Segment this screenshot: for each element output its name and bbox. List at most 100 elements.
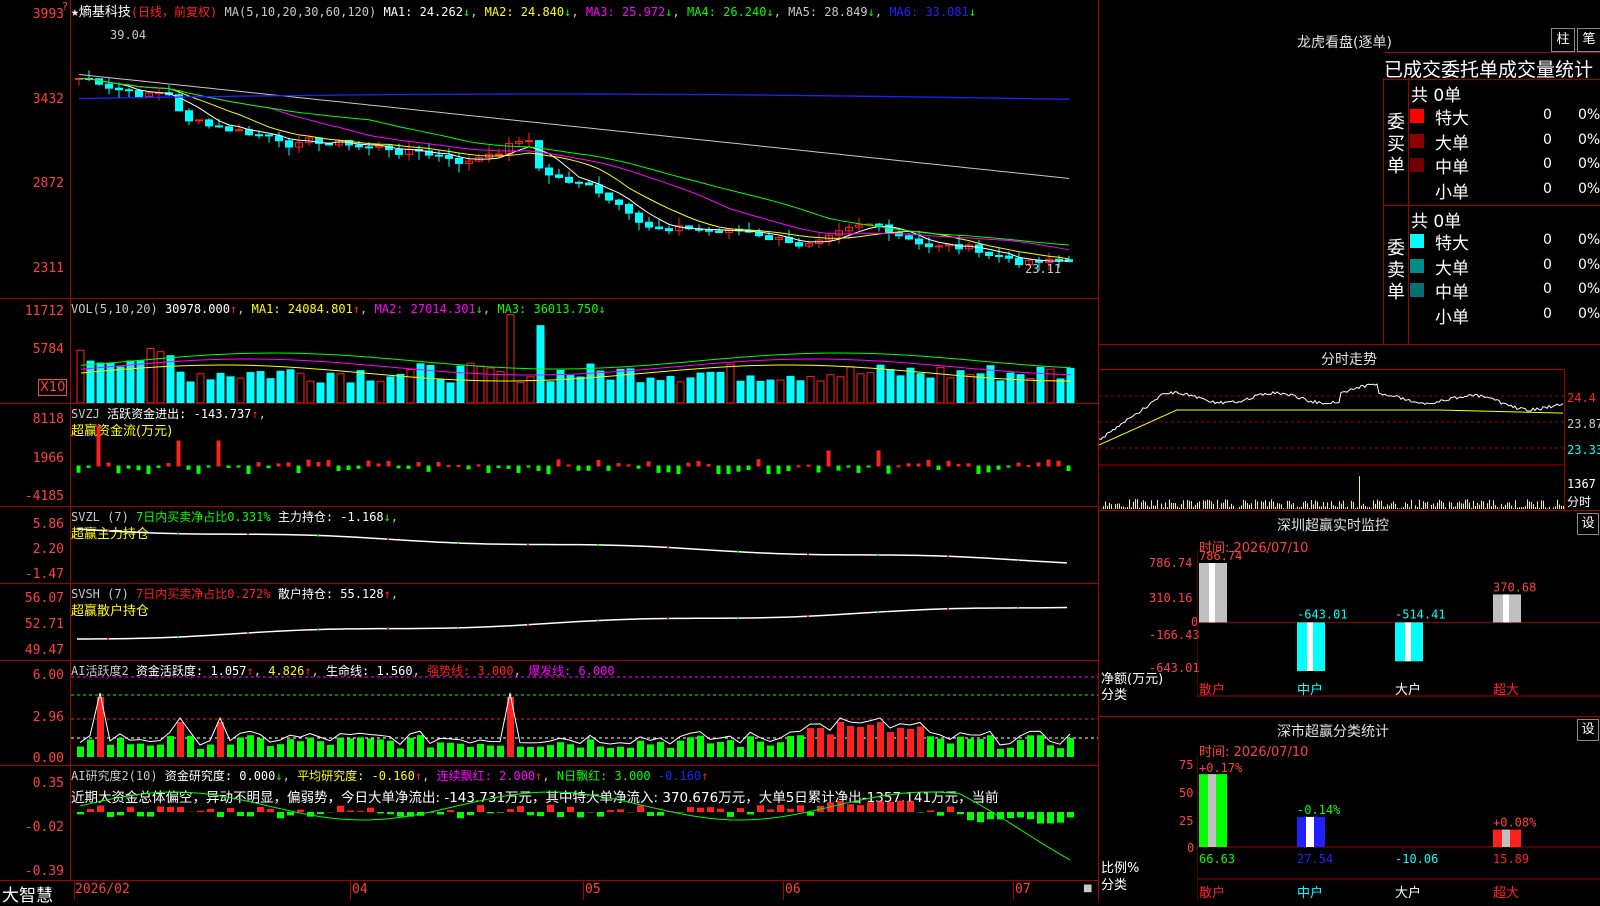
bar bbox=[1057, 461, 1060, 466]
bar bbox=[517, 747, 524, 757]
intraday-panel[interactable]: 分时走势 24.4 23.87 23.33 1367 分时 bbox=[1098, 345, 1600, 510]
bar bbox=[197, 749, 204, 757]
y-label: 50 bbox=[1179, 786, 1193, 800]
bar bbox=[177, 807, 184, 812]
intraday-y-label: 23.87 bbox=[1567, 417, 1600, 431]
intraday-y-label: 23.33 bbox=[1567, 443, 1600, 457]
intraday-vol-bar bbox=[1333, 505, 1334, 509]
intraday-vol-bar bbox=[1495, 505, 1496, 509]
bar bbox=[157, 806, 164, 812]
dot bbox=[387, 538, 389, 540]
bar bbox=[977, 812, 984, 822]
intraday-vol-bar bbox=[1157, 500, 1158, 509]
ai-research-panel[interactable]: 0.35 -0.02 -0.39 AI研究度2(10) 资金研究度: 0.000… bbox=[0, 765, 1098, 881]
bar bbox=[777, 380, 784, 403]
candle-body bbox=[286, 141, 293, 147]
bar bbox=[487, 812, 494, 813]
stats-bar-chart[interactable]: 66.63散户27.54中户-10.06大户15.89超大+0.17%-0.14… bbox=[1197, 755, 1600, 901]
bar bbox=[837, 466, 840, 470]
bar bbox=[957, 464, 960, 466]
bar bbox=[1007, 812, 1014, 818]
intraday-vol-label: 1367 bbox=[1567, 477, 1596, 491]
bar bbox=[147, 348, 154, 403]
intraday-vol-bar bbox=[1379, 501, 1380, 509]
y-label: 52.71 bbox=[25, 617, 64, 632]
bar bbox=[697, 462, 700, 466]
volume-panel[interactable]: 11712 5784 X10 VOL(5,10,20) 30978.000↑, … bbox=[0, 298, 1098, 404]
fund-flow-chart[interactable] bbox=[71, 404, 1098, 507]
settings-button[interactable]: 设 bbox=[1577, 513, 1599, 535]
bar bbox=[527, 747, 534, 757]
bar-view-button[interactable]: 柱 bbox=[1551, 28, 1575, 52]
svzl-panel[interactable]: 5.86 2.20 -1.47 SVZL (7) 7日内买卖净占比0.331% … bbox=[0, 506, 1098, 584]
bar bbox=[367, 381, 374, 403]
svzj-panel[interactable]: 8118 1966 -4185 SVZJ 活跃资金进出: -143.737↑, … bbox=[0, 403, 1098, 507]
intraday-vol-bar bbox=[1465, 500, 1466, 509]
bar bbox=[497, 812, 504, 813]
bar bbox=[1027, 466, 1030, 467]
bar bbox=[217, 373, 224, 403]
bar bbox=[337, 374, 344, 403]
intraday-vol-bar bbox=[1459, 502, 1460, 509]
intraday-vol-bar bbox=[1139, 508, 1140, 509]
dot bbox=[527, 543, 529, 545]
candle-body bbox=[1006, 256, 1013, 258]
bar bbox=[437, 812, 444, 815]
stats-panel[interactable]: 深市超赢分类统计 设 时间: 2026/07/10 75 50 25 0 比例%… bbox=[1098, 716, 1600, 901]
intraday-vol-bar bbox=[1467, 499, 1468, 509]
settings-button[interactable]: 设 bbox=[1577, 719, 1599, 741]
bar bbox=[567, 744, 574, 757]
intraday-y-label: 24.4 bbox=[1567, 391, 1596, 405]
bar bbox=[177, 372, 184, 403]
bar bbox=[617, 464, 620, 466]
volume-chart[interactable] bbox=[71, 299, 1098, 404]
bar bbox=[817, 381, 824, 403]
bar bbox=[937, 812, 944, 816]
bar bbox=[627, 465, 630, 466]
candle-body bbox=[616, 200, 623, 204]
bar bbox=[597, 747, 604, 757]
intraday-vol-bar bbox=[1533, 504, 1534, 509]
candlestick-chart[interactable] bbox=[71, 0, 1098, 298]
intraday-chart[interactable] bbox=[1099, 370, 1564, 510]
kline-panel[interactable]: 3993 3432 2872 2311 ? ★熵基科技(日线，前复权) MA(5… bbox=[0, 0, 1098, 298]
lhb-divider bbox=[1407, 78, 1600, 79]
bar bbox=[387, 812, 394, 814]
value-label: -643.01 bbox=[1297, 607, 1348, 621]
bar bbox=[177, 441, 180, 466]
row-name: 中单 bbox=[1435, 153, 1469, 178]
research-chart[interactable] bbox=[71, 766, 1098, 881]
svsh-panel[interactable]: 56.07 52.71 49.47 SVSH (7) 7日内买卖净占比0.272… bbox=[0, 583, 1098, 661]
bar bbox=[397, 812, 404, 817]
bar bbox=[417, 735, 424, 757]
bar bbox=[1067, 812, 1074, 817]
bar bbox=[547, 805, 554, 812]
monitor-panel[interactable]: 深圳超赢实时监控 设 时间: 2026/07/10 786.74 310.16 … bbox=[1098, 510, 1600, 717]
help-icon[interactable]: ? bbox=[62, 0, 68, 13]
intraday-vol-bar bbox=[1127, 507, 1128, 509]
activity-chart[interactable] bbox=[71, 661, 1098, 766]
bar bbox=[447, 466, 450, 467]
bar bbox=[477, 366, 484, 403]
bar bbox=[687, 463, 690, 466]
candle-body bbox=[766, 236, 773, 240]
retail-position-chart[interactable] bbox=[71, 584, 1098, 661]
intraday-vol-bar bbox=[1401, 508, 1402, 509]
bar bbox=[757, 381, 764, 403]
tick-view-button[interactable]: 笔 bbox=[1577, 28, 1600, 52]
bar bbox=[1067, 738, 1074, 757]
candle-body bbox=[1056, 259, 1063, 260]
lhb-title: 龙虎看盘(逐单) bbox=[1297, 32, 1392, 52]
main-position-chart[interactable] bbox=[71, 507, 1098, 584]
monitor-bar-chart[interactable]: 786.74散户-643.01中户-514.41大户370.68超大 bbox=[1197, 551, 1600, 717]
bar bbox=[947, 378, 954, 403]
intraday-vol-bar bbox=[1497, 507, 1498, 509]
bar bbox=[347, 738, 354, 757]
change-label: +0.08% bbox=[1493, 816, 1537, 830]
y-label: 1966 bbox=[33, 451, 64, 466]
intraday-vol-bar bbox=[1539, 508, 1540, 509]
bar bbox=[137, 361, 144, 403]
intraday-vol-bar bbox=[1147, 506, 1148, 509]
ai-activity-panel[interactable]: 6.00 2.96 0.00 AI活跃度2 资金活跃度: 1.057↑, 4.8… bbox=[0, 660, 1098, 766]
y-label: 786.74 bbox=[1149, 556, 1192, 570]
